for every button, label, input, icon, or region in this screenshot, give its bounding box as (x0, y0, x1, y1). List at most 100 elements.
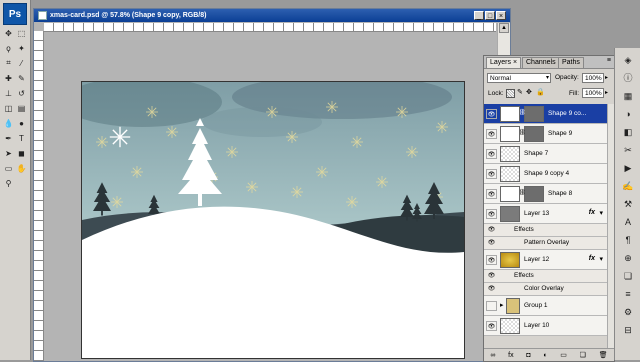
horizontal-ruler[interactable] (44, 23, 496, 32)
layer-row[interactable]: 👁 Layer 10 (484, 316, 607, 336)
eraser-tool-icon[interactable]: ◫ (3, 103, 14, 113)
fx-icon[interactable]: fx (508, 352, 513, 359)
expand-arrow-icon[interactable]: ▸ (500, 301, 504, 309)
effect-visibility-icon[interactable]: 👁 (486, 284, 497, 294)
paragraph-icon[interactable]: ¶ (622, 234, 634, 246)
healing-brush-tool-icon[interactable]: ✚ (3, 73, 14, 83)
eyedropper-tool-icon[interactable]: ⁄ (16, 58, 27, 68)
styles-icon[interactable]: ◧ (622, 126, 634, 138)
actions-icon[interactable]: ▶ (622, 162, 634, 174)
notes-tool-icon[interactable]: ▭ (3, 163, 14, 173)
maximize-button[interactable]: □ (485, 11, 495, 20)
effect-name: Color Overlay (524, 285, 564, 292)
layer-row[interactable]: ▸ Group 1 (484, 296, 607, 316)
visibility-eye-icon[interactable]: 👁 (486, 321, 497, 331)
hand-tool-icon[interactable]: ✋ (16, 163, 27, 173)
layers-scrollbar[interactable] (607, 104, 614, 349)
adjustments-icon[interactable]: ⚙ (622, 306, 634, 318)
layer-row[interactable]: 👁 Layer 12 fx ▾ (484, 250, 607, 270)
character-icon[interactable]: A (622, 216, 634, 228)
lock-position-icon[interactable]: ✥ (526, 88, 532, 96)
layer-effect-row[interactable]: 👁 Effects (484, 224, 607, 237)
tab-close-icon[interactable]: × (513, 59, 517, 66)
effects-toggle-icon[interactable]: ▾ (599, 209, 603, 217)
tab-layers[interactable]: Layers × (486, 57, 522, 68)
blur-tool-icon[interactable]: 💧 (3, 118, 14, 128)
fill-slider-arrow-icon[interactable]: ▸ (605, 89, 608, 96)
visibility-eye-icon[interactable]: 👁 (486, 255, 497, 265)
layer-row[interactable]: 👁 ⛓ Shape 9 co... (484, 104, 607, 124)
blend-mode-select[interactable]: Normal ▾ (487, 73, 551, 83)
dodge-tool-icon[interactable]: ● (16, 118, 27, 128)
layer-comps-icon[interactable]: ❏ (622, 270, 634, 282)
vertical-ruler[interactable] (34, 31, 44, 361)
lock-image-icon[interactable]: ✎ (517, 88, 523, 96)
effect-visibility-icon[interactable]: 👁 (486, 271, 497, 281)
layer-effect-row[interactable]: 👁 Effects (484, 270, 607, 283)
panel-menu-icon[interactable]: ≡ (607, 57, 611, 64)
swatches-icon[interactable]: ▦ (622, 90, 634, 102)
minimize-button[interactable]: _ (474, 11, 484, 20)
clone-source-icon[interactable]: ⊕ (622, 252, 634, 264)
magic-wand-tool-icon[interactable]: ✦ (16, 43, 27, 53)
close-button[interactable]: × (496, 11, 506, 20)
trash-icon[interactable]: 🗑 (599, 351, 608, 359)
group-icon[interactable]: ▭ (560, 351, 567, 359)
visibility-eye-icon[interactable] (486, 301, 497, 311)
tab-channels[interactable]: Channels (522, 57, 560, 68)
fx-icon[interactable]: fx (589, 255, 595, 262)
layer-thumbnail (500, 166, 520, 182)
properties-icon[interactable]: ≡ (622, 288, 634, 300)
effects-toggle-icon[interactable]: ▾ (599, 255, 603, 263)
effect-visibility-icon[interactable]: 👁 (486, 225, 497, 235)
document-canvas[interactable] (81, 81, 465, 359)
type-tool-icon[interactable]: T (16, 133, 27, 143)
visibility-eye-icon[interactable]: 👁 (486, 209, 497, 219)
mask-icon[interactable]: ◘ (526, 352, 530, 359)
marquee-tool-icon[interactable]: ⬚ (16, 28, 27, 38)
crop-tool-icon[interactable]: ⌗ (3, 58, 14, 68)
fill-input[interactable]: 100% (582, 88, 604, 98)
pen-tool-icon[interactable]: ✒ (3, 133, 14, 143)
brush-tool-icon[interactable]: ✎ (16, 73, 27, 83)
clone-stamp-tool-icon[interactable]: ⊥ (3, 88, 14, 98)
document-titlebar[interactable]: xmas-card.psd @ 57.8% (Shape 9 copy, RGB… (34, 9, 510, 22)
tab-paths[interactable]: Paths (558, 57, 584, 68)
gradient-tool-icon[interactable]: ▤ (16, 103, 27, 113)
move-tool-icon[interactable]: ✥ (3, 28, 14, 38)
layer-row[interactable]: 👁 Layer 13 fx ▾ (484, 204, 607, 224)
visibility-eye-icon[interactable]: 👁 (486, 169, 497, 179)
path-selection-tool-icon[interactable]: ➤ (3, 148, 14, 158)
history-icon[interactable]: ✂ (622, 144, 634, 156)
visibility-eye-icon[interactable]: 👁 (486, 109, 497, 119)
info-icon[interactable]: ⓘ (622, 72, 634, 84)
visibility-eye-icon[interactable]: 👁 (486, 189, 497, 199)
layer-row[interactable]: 👁 ⛓ Shape 9 (484, 124, 607, 144)
navigator-icon[interactable]: ◈ (622, 54, 634, 66)
tool-presets-icon[interactable]: ⚒ (622, 198, 634, 210)
lock-all-icon[interactable]: 🔒 (536, 88, 545, 96)
fx-icon[interactable]: fx (589, 209, 595, 216)
scroll-up-arrow-icon[interactable]: ▲ (499, 23, 509, 33)
layer-row[interactable]: 👁 Shape 7 (484, 144, 607, 164)
layer-effect-row[interactable]: 👁 Pattern Overlay (484, 237, 607, 250)
history-brush-tool-icon[interactable]: ↺ (16, 88, 27, 98)
opacity-input[interactable]: 100% (582, 73, 604, 83)
lasso-tool-icon[interactable]: ϙ (3, 43, 14, 53)
visibility-eye-icon[interactable]: 👁 (486, 149, 497, 159)
color-icon[interactable]: ◑ (622, 108, 634, 120)
brushes-icon[interactable]: ✍ (622, 180, 634, 192)
layer-row[interactable]: 👁 ⛓ Shape 8 (484, 184, 607, 204)
masks-icon[interactable]: ⊟ (622, 324, 634, 336)
new-layer-icon[interactable]: ❏ (580, 351, 586, 359)
effect-visibility-icon[interactable]: 👁 (486, 238, 497, 248)
link-layers-icon[interactable]: ∞ (490, 352, 495, 359)
layer-row[interactable]: 👁 Shape 9 copy 4 (484, 164, 607, 184)
zoom-tool-icon[interactable]: ⚲ (3, 178, 14, 188)
visibility-eye-icon[interactable]: 👁 (486, 129, 497, 139)
opacity-slider-arrow-icon[interactable]: ▸ (605, 74, 608, 81)
adjustment-icon[interactable]: ◐ (543, 352, 547, 359)
shape-tool-icon[interactable]: ◼ (16, 148, 27, 158)
lock-transparent-icon[interactable] (506, 89, 515, 98)
layer-effect-row[interactable]: 👁 Color Overlay (484, 283, 607, 296)
